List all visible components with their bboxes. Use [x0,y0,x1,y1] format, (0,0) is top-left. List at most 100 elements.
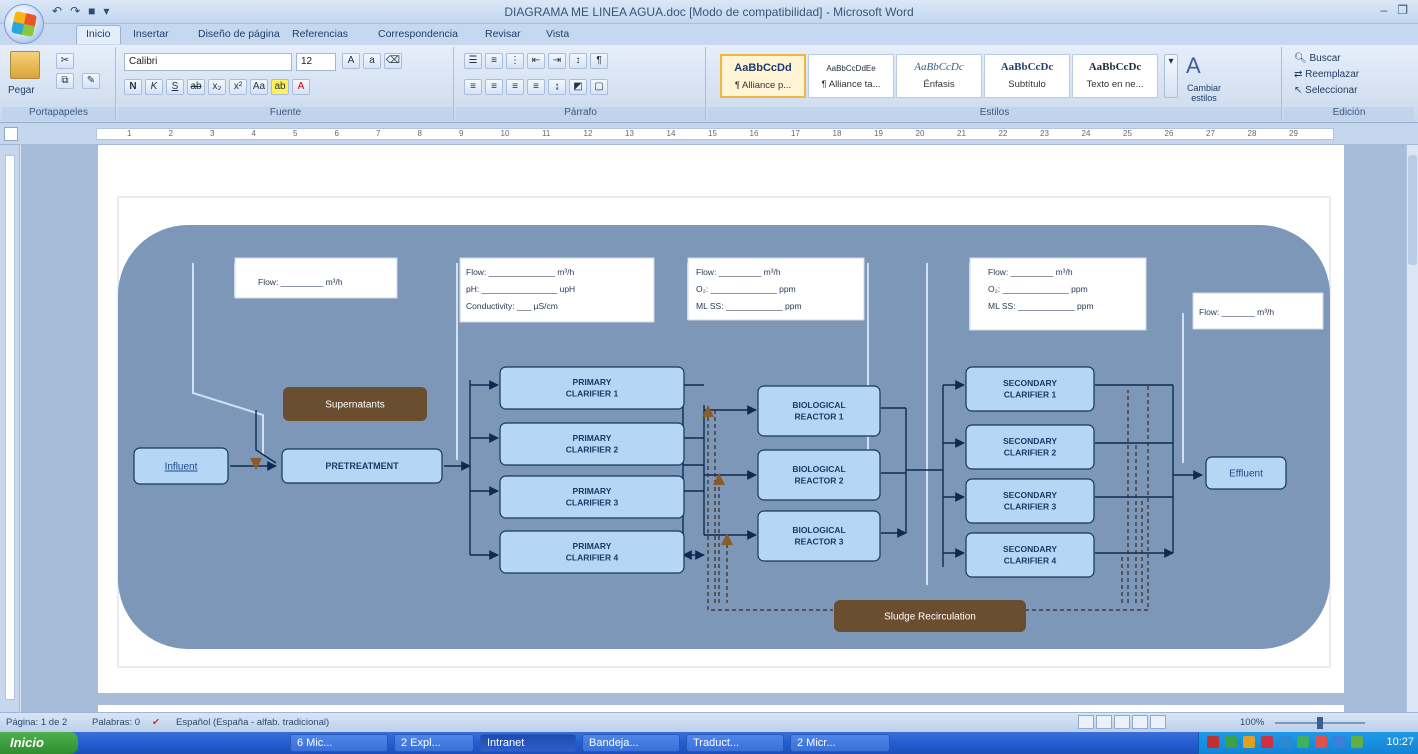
change-styles-button[interactable]: Cambiar estilos [1184,83,1224,103]
group-clipboard: Pegar ✂ ⧉ ✎ Portapapeles [2,47,116,121]
superscript-icon[interactable]: x² [229,79,247,95]
format-painter-icon[interactable]: ✎ [82,73,100,89]
ruler-tick: 21 [957,129,966,138]
font-size-field[interactable]: 12 [296,53,336,71]
tray-icon-2[interactable] [1225,736,1237,748]
node-secondary-clarifier-1-label: SECONDARY [1003,378,1057,388]
language-status[interactable]: Español (España - alfab. tradicional) [176,717,329,728]
start-button[interactable]: Inicio [0,732,78,754]
select-button[interactable]: ↖ Seleccionar [1294,85,1357,96]
cut-icon[interactable]: ✂ [56,53,74,69]
taskbar-item-intranet[interactable]: Intranet [480,734,576,752]
increase-indent-icon[interactable]: ⇥ [548,53,566,69]
tab-inicio[interactable]: Inicio [76,25,121,44]
sort-icon[interactable]: ↕ [569,53,587,69]
style-alliance-p[interactable]: AaBbCcDd ¶ Alliance p... [720,54,806,98]
zoom-slider[interactable] [1275,717,1365,729]
tray-icon-7[interactable] [1315,736,1327,748]
word-count[interactable]: Palabras: 0 [92,717,140,728]
align-left-icon[interactable]: ≡ [464,79,482,95]
full-screen-icon[interactable] [1096,715,1112,729]
spelling-icon[interactable]: ✔ [152,717,160,728]
font-name-field[interactable]: Calibri [124,53,292,71]
line-spacing-icon[interactable]: ↨ [548,79,566,95]
web-layout-icon[interactable] [1114,715,1130,729]
minimize-icon[interactable]: – [1381,3,1388,17]
tab-diseno-pagina[interactable]: Diseño de página [198,28,280,40]
multilevel-list-icon[interactable]: ⋮ [506,53,524,69]
strikethrough-icon[interactable]: ab [187,79,205,95]
italic-icon[interactable]: K [145,79,163,95]
bullets-icon[interactable]: ☰ [464,53,482,69]
tray-icon-1[interactable] [1207,736,1219,748]
taskbar-item-explorer[interactable]: 2 Expl... [394,734,474,752]
find-button[interactable]: 🔍︎ Buscar [1294,53,1341,64]
tab-selector-icon[interactable] [4,127,18,141]
node-biological-reactor-2-label: REACTOR 2 [795,476,844,486]
document-page-2[interactable] [98,693,1344,712]
tray-icon-6[interactable] [1297,736,1309,748]
borders-icon[interactable]: ▢ [590,79,608,95]
node-primary-clarifier-3: PRIMARY CLARIFIER 3 [499,475,685,519]
highlight-icon[interactable]: ab [271,79,289,95]
shading-icon[interactable]: ◩ [569,79,587,95]
scrollbar-thumb[interactable] [1408,155,1417,265]
vertical-scrollbar[interactable] [1406,145,1418,712]
office-button[interactable] [4,4,44,44]
document-area[interactable]: Flow: _________ m³/h Flow: _____________… [21,145,1406,712]
tab-referencias[interactable]: Referencias [292,28,348,40]
paste-icon[interactable] [10,51,40,79]
align-right-icon[interactable]: ≡ [506,79,524,95]
draft-icon[interactable] [1150,715,1166,729]
tray-icon-4[interactable] [1261,736,1273,748]
tray-icon-8[interactable] [1333,736,1345,748]
grow-font-icon[interactable]: A [342,53,360,69]
tray-icon-5[interactable] [1279,736,1291,748]
taskbar-item-bandeja[interactable]: Bandeja... [582,734,680,752]
change-case-icon[interactable]: Aa [250,79,268,95]
tray-icon-3[interactable] [1243,736,1255,748]
replace-button[interactable]: ⇄ Reemplazar [1294,69,1359,80]
tab-revisar[interactable]: Revisar [485,28,521,40]
horizontal-ruler[interactable]: 1 2 3 4 5 6 7 8 9 10 11 12 13 14 15 16 17 18 19 20 21 22 23 24 2… [0,123,1418,145]
ruler-tick: 9 [459,129,464,138]
style-subtitulo[interactable]: AaBbCcDc Subtítulo [984,54,1070,98]
style-alliance-ta[interactable]: AaBbCcDdEe ¶ Alliance ta... [808,54,894,98]
copy-icon[interactable]: ⧉ [56,73,74,89]
zoom-level[interactable]: 100% [1240,717,1264,728]
change-styles-icon[interactable]: A [1186,53,1201,79]
group-styles: AaBbCcDd ¶ Alliance p... AaBbCcDdEe ¶ Al… [708,47,1282,121]
decrease-indent-icon[interactable]: ⇤ [527,53,545,69]
numbering-icon[interactable]: ≡ [485,53,503,69]
styles-scroll-icon[interactable]: ▾ [1164,54,1178,98]
ruler-track[interactable]: 1 2 3 4 5 6 7 8 9 10 11 12 13 14 15 16 17 18 19 20 21 22 23 24 2… [96,128,1334,140]
tab-insertar[interactable]: Insertar [133,28,169,40]
font-color-icon[interactable]: A [292,79,310,95]
clear-format-icon[interactable]: ⌫ [384,53,402,69]
paste-button[interactable]: Pegar [8,85,35,96]
outline-icon[interactable] [1132,715,1148,729]
vertical-ruler[interactable] [0,145,20,712]
tab-vista[interactable]: Vista [546,28,569,40]
style-enfasis[interactable]: AaBbCcDc Énfasis [896,54,982,98]
justify-icon[interactable]: ≡ [527,79,545,95]
node-secondary-clarifier-3-label: SECONDARY [1003,490,1057,500]
show-marks-icon[interactable]: ¶ [590,53,608,69]
shrink-font-icon[interactable]: a [363,53,381,69]
align-center-icon[interactable]: ≡ [485,79,503,95]
restore-icon[interactable]: ❐ [1397,3,1408,17]
underline-icon[interactable]: S [166,79,184,95]
zoom-slider-knob[interactable] [1317,717,1323,729]
style-texto-negrita[interactable]: AaBbCcDc Texto en ne... [1072,54,1158,98]
title-bar: ↶ ↷ ■ ▾ DIAGRAMA ME LINEA AGUA.doc [Modo… [0,0,1418,44]
page-count[interactable]: Página: 1 de 2 [6,717,67,728]
taskbar-item-traductor[interactable]: Traduct... [686,734,784,752]
document-page[interactable]: Flow: _________ m³/h Flow: _____________… [98,145,1344,712]
subscript-icon[interactable]: x₂ [208,79,226,95]
tray-icon-9[interactable] [1351,736,1363,748]
print-layout-icon[interactable] [1078,715,1094,729]
bold-icon[interactable]: N [124,79,142,95]
taskbar-item-micr[interactable]: 2 Micr... [790,734,890,752]
tab-correspondencia[interactable]: Correspondencia [378,28,458,40]
taskbar-item-word[interactable]: 6 Mic... [290,734,388,752]
